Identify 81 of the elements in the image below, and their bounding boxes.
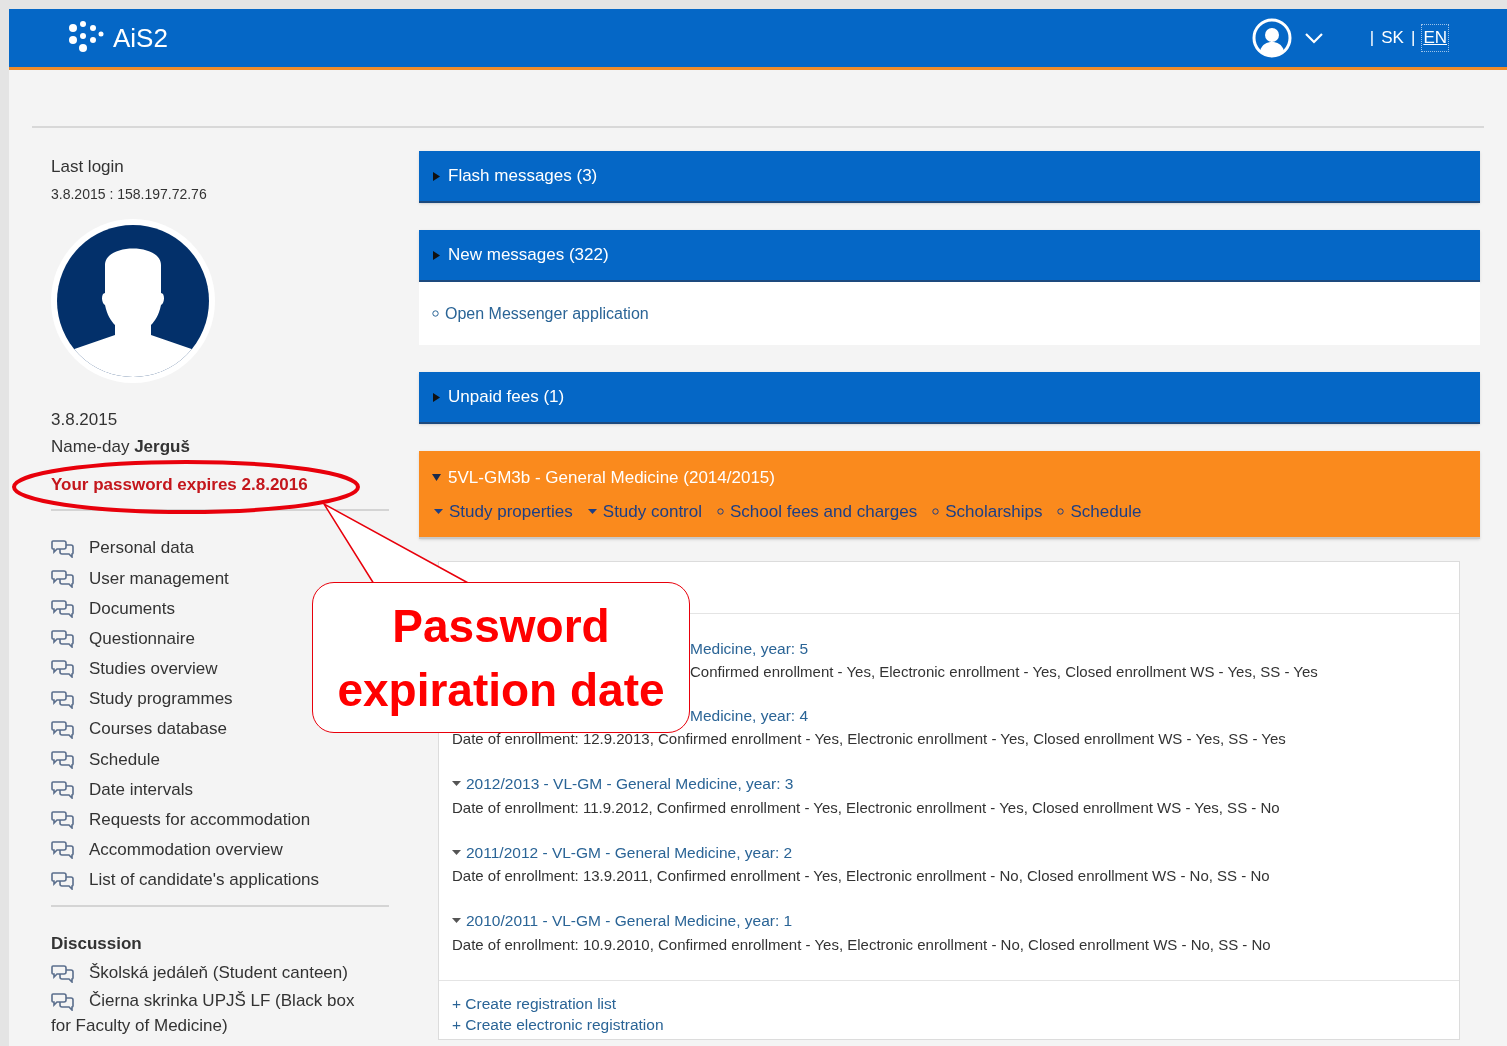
- sidebar-menu-item[interactable]: Questionnaire: [51, 625, 195, 652]
- chat-bubbles-icon: [51, 719, 74, 739]
- name-day-text: Name-day Jerguš: [51, 436, 191, 458]
- panel-header[interactable]: Unpaid fees (1): [419, 372, 1480, 424]
- circle-bullet-icon: [1057, 507, 1065, 515]
- enrollment-details: Confirmed enrollment - Yes, Electronic enrollment - Yes, Closed enrollment WS - Yes, SS - Yes: [690, 663, 1318, 680]
- small-caret-icon: [452, 848, 461, 856]
- sidebar-menu-item[interactable]: Date intervals: [51, 776, 193, 803]
- panel-title: Flash messages (3): [448, 165, 598, 188]
- caret-down-icon: [432, 473, 441, 483]
- sidebar-menu-item[interactable]: List of candidate's applications: [51, 867, 320, 893]
- last-login-value: 3.8.2015 : 158.197.72.76: [51, 184, 208, 204]
- current-date: 3.8.2015: [51, 408, 119, 431]
- small-caret-icon: [452, 780, 461, 787]
- study-year-link[interactable]: 2012/2013 - VL-GM - General Medicine, year: 3: [452, 771, 794, 796]
- panel-title: New messages (322): [448, 244, 609, 267]
- panel-header[interactable]: 5VL-GM3b - General Medicine (2014/2015) Study properties Study control School fees and charges Scholarships Schedule: [419, 451, 1480, 539]
- small-caret-icon: [452, 917, 461, 924]
- circle-bullet-icon: [717, 507, 725, 515]
- logo-text: AiS2: [113, 21, 168, 55]
- panel-link[interactable]: School fees and charges: [717, 498, 918, 524]
- sidebar-menu-item[interactable]: Study programmes: [51, 686, 233, 712]
- caret-right-icon: [432, 250, 441, 260]
- user-avatar-icon[interactable]: [1251, 18, 1292, 58]
- discussion-heading: Discussion: [51, 933, 143, 956]
- enrollment-details: Date of enrollment: 10.9.2010, Confirmed enrollment - Yes, Electronic enrollment - No, Closed enrollment WS - No, SS - No: [452, 935, 1271, 953]
- circle-bullet-icon: [432, 310, 439, 317]
- study-year-link[interactable]: Medicine, year: 4: [690, 703, 809, 727]
- caret-right-icon: [432, 392, 441, 402]
- enrollment-details: Date of enrollment: 13.9.2011, Confirmed enrollment - Yes, Electronic enrollment - No, Closed enrollment WS - No, SS - No: [452, 867, 1270, 884]
- panel-link[interactable]: Schedule: [1057, 498, 1142, 524]
- panel-link[interactable]: Open Messenger application: [432, 301, 649, 326]
- sidebar-menu-item[interactable]: Documents: [51, 595, 175, 622]
- enrollment-details: Date of enrollment: 11.9.2012, Confirmed enrollment - Yes, Electronic enrollment - Yes, Closed enrollment WS - Yes, SS - No: [452, 798, 1280, 816]
- action-link[interactable]: + Create electronic registration: [452, 1013, 1446, 1035]
- panel-link[interactable]: Scholarships: [932, 498, 1043, 524]
- chat-bubbles-icon: [51, 689, 74, 709]
- chat-bubbles-icon: [51, 629, 74, 649]
- last-login-label: Last login: [51, 156, 125, 178]
- chat-bubbles-icon: [51, 991, 74, 1011]
- separator-text: |: [1369, 27, 1375, 50]
- panel-header[interactable]: New messages (322): [419, 230, 1480, 282]
- action-link[interactable]: + Create registration list: [452, 992, 1446, 1014]
- chevron-down-icon[interactable]: [1303, 32, 1324, 44]
- study-year-link[interactable]: 2011/2012 - VL-GM - General Medicine, year: 2: [452, 840, 793, 864]
- chat-bubbles-icon: [51, 659, 74, 679]
- sidebar-menu-item[interactable]: Schedule: [51, 746, 160, 773]
- language-link[interactable]: EN: [1421, 24, 1449, 52]
- chat-bubbles-icon: [51, 598, 74, 618]
- circle-bullet-icon: [932, 507, 940, 515]
- sidebar-menu-item[interactable]: User management: [51, 565, 229, 592]
- password-expiry-warning: Your password expires 2.8.2016: [51, 473, 309, 496]
- sidebar-menu-item[interactable]: Personal data: [51, 535, 194, 561]
- panel-link[interactable]: Study properties: [434, 498, 573, 524]
- sidebar-menu-item[interactable]: Accommodation overview: [51, 837, 283, 863]
- study-year-link[interactable]: 2010/2011 - VL-GM - General Medicine, year: 1: [452, 908, 793, 933]
- chat-bubbles-icon: [51, 749, 74, 769]
- enrollment-details: Date of enrollment: 12.9.2013, Confirmed enrollment - Yes, Electronic enrollment - Yes, Closed enrollment WS - Yes, SS - Yes: [452, 730, 1286, 747]
- chat-bubbles-icon: [51, 780, 74, 800]
- language-link[interactable]: SK: [1380, 25, 1405, 51]
- panel-header[interactable]: Flash messages (3): [419, 151, 1480, 203]
- discussion-item[interactable]: Školská jedáleň (Student canteen): [51, 959, 363, 985]
- chat-bubbles-icon: [51, 538, 74, 558]
- discussion-item[interactable]: Čierna skrinka UPJŠ LF (Black box for Faculty of Medicine): [51, 987, 363, 1038]
- sidebar-menu-item[interactable]: Studies overview: [51, 656, 218, 682]
- chat-bubbles-icon: [51, 568, 74, 588]
- panel-link[interactable]: Study control: [587, 498, 703, 524]
- chat-bubbles-icon: [51, 870, 74, 890]
- sidebar-menu-item[interactable]: Courses database: [51, 716, 227, 742]
- panel-title: Unpaid fees (1): [448, 386, 565, 409]
- chat-bubbles-icon: [51, 840, 74, 860]
- panel-title: 5VL-GM3b - General Medicine (2014/2015): [448, 467, 775, 489]
- chat-bubbles-icon: [51, 810, 74, 830]
- chat-bubbles-icon: [51, 963, 74, 983]
- separator-text: |: [1410, 27, 1416, 50]
- small-caret-icon: [434, 507, 443, 515]
- caret-right-icon: [432, 171, 441, 181]
- small-caret-icon: [587, 507, 597, 515]
- sidebar-menu-item[interactable]: Requests for accommodation: [51, 807, 311, 833]
- study-year-link[interactable]: Medicine, year: 5: [690, 636, 809, 660]
- callout-text: Password expiration date: [336, 598, 666, 718]
